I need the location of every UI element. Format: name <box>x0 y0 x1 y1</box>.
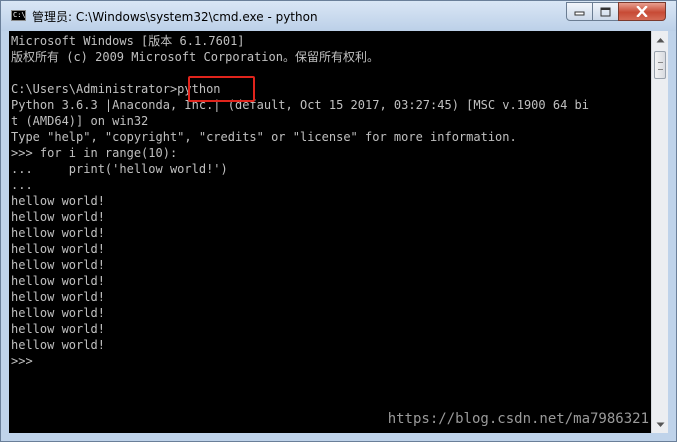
console-line: hellow world! <box>11 210 105 224</box>
minimize-icon <box>574 11 585 16</box>
console-line: Type "help", "copyright", "credits" or "… <box>11 130 517 144</box>
minimize-button[interactable] <box>566 2 593 21</box>
console-line: hellow world! <box>11 194 105 208</box>
console-text: Microsoft Windows [版本 6.1.7601] 版权所有 (c) … <box>11 33 589 369</box>
console-line: C:\Users\Administrator>python <box>11 82 221 96</box>
vertical-scrollbar[interactable] <box>651 31 668 433</box>
console-line: 版权所有 (c) 2009 Microsoft Corporation。保留所有… <box>11 50 379 64</box>
arrow-down-icon <box>656 422 664 427</box>
maximize-icon <box>600 7 611 16</box>
console-line: hellow world! <box>11 226 105 240</box>
title-bar[interactable]: C:\ 管理员: C:\Windows\system32\cmd.exe - p… <box>1 1 676 31</box>
scroll-down-button[interactable] <box>652 416 668 433</box>
console-line: Python 3.6.3 |Anaconda, Inc.| (default, … <box>11 98 589 112</box>
close-button[interactable] <box>618 2 666 21</box>
grip-icon <box>658 62 663 70</box>
maximize-button[interactable] <box>592 2 619 21</box>
scroll-thumb[interactable] <box>654 51 666 79</box>
console-line: >>> <box>11 354 33 368</box>
console-line: hellow world! <box>11 306 105 320</box>
console-line: ... print('hellow world!') <box>11 162 228 176</box>
arrow-up-icon <box>656 37 664 42</box>
python-command-highlight <box>188 76 255 102</box>
console-line: hellow world! <box>11 322 105 336</box>
console-line: Microsoft Windows [版本 6.1.7601] <box>11 34 245 48</box>
cmd-window: C:\ 管理员: C:\Windows\system32\cmd.exe - p… <box>0 0 677 442</box>
console-line: hellow world! <box>11 290 105 304</box>
console-line: >>> for i in range(10): <box>11 146 178 160</box>
window-title: 管理员: C:\Windows\system32\cmd.exe - pytho… <box>32 10 318 24</box>
console-line: hellow world! <box>11 242 105 256</box>
scroll-up-button[interactable] <box>652 31 668 48</box>
watermark: https://blog.csdn.net/ma7986321 <box>387 411 649 427</box>
console-line: ... <box>11 178 33 192</box>
close-icon <box>636 6 648 17</box>
console-output[interactable]: Microsoft Windows [版本 6.1.7601] 版权所有 (c) … <box>9 31 651 433</box>
console-line: hellow world! <box>11 274 105 288</box>
cmd-app-icon[interactable]: C:\ <box>11 10 26 21</box>
console-line: hellow world! <box>11 338 105 352</box>
console-line: t (AMD64)] on win32 <box>11 114 149 128</box>
console-line: hellow world! <box>11 258 105 272</box>
